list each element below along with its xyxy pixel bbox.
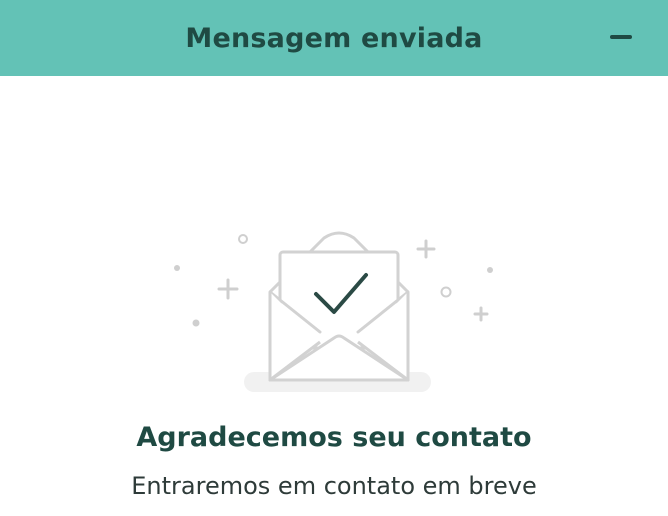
decor-dot — [174, 265, 180, 271]
decor-dot — [192, 319, 200, 327]
decor-plus — [217, 278, 239, 300]
minus-icon — [610, 35, 632, 39]
decor-dot — [487, 267, 493, 273]
decor-plus — [473, 306, 489, 322]
decor-ring — [440, 286, 452, 298]
confirmation-subtitle: Entraremos em contato em breve — [131, 472, 537, 500]
envelope-check-icon — [174, 231, 493, 392]
minimize-button[interactable] — [608, 24, 634, 50]
header-title: Mensagem enviada — [185, 22, 483, 54]
decor-ring — [238, 234, 248, 244]
decor-plus — [416, 239, 436, 259]
chat-header: Mensagem enviada — [0, 0, 668, 76]
confirmation-title: Agradecemos seu contato — [136, 422, 532, 453]
